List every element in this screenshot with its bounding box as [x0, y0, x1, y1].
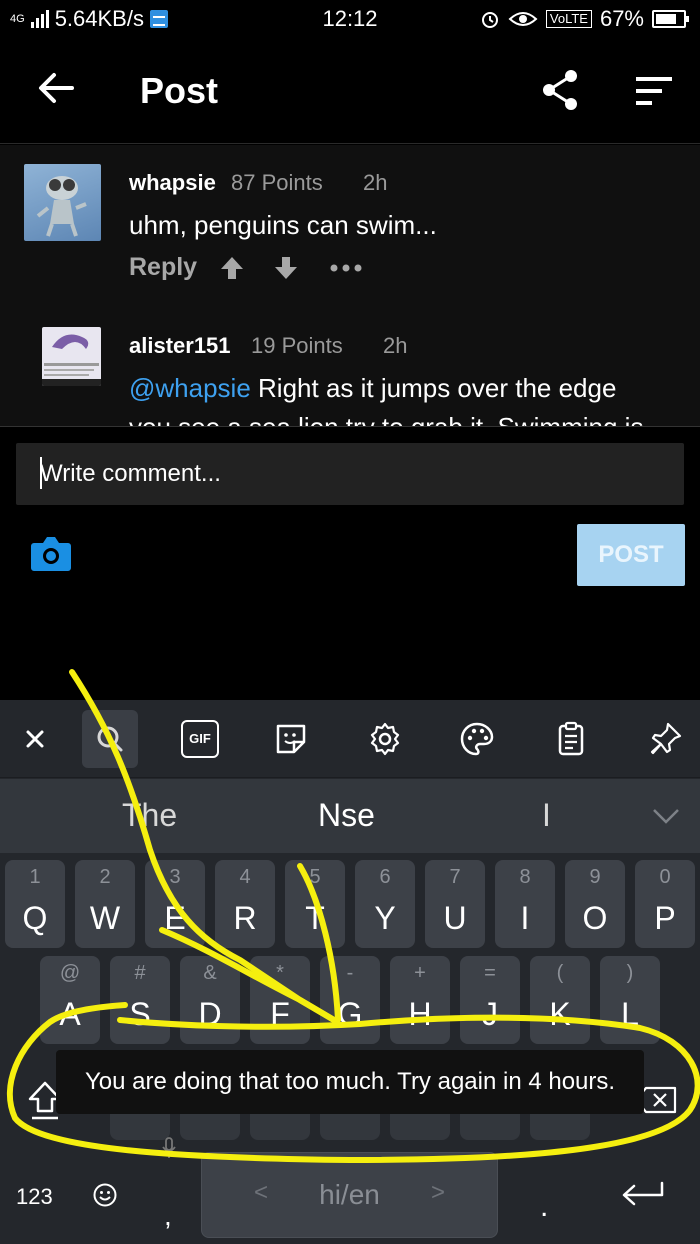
avatar[interactable] — [24, 164, 101, 241]
search-button[interactable] — [82, 710, 138, 768]
chevron-down-icon[interactable] — [652, 807, 680, 825]
key-p[interactable]: 0P — [635, 860, 695, 948]
downvote-arrow-icon[interactable] — [273, 255, 299, 281]
post-button[interactable]: POST — [577, 524, 685, 586]
text-cursor — [40, 457, 42, 489]
comment-composer: Write comment... POST — [0, 426, 700, 700]
comments-list[interactable]: whapsie 87 Points 2h uhm, penguins can s… — [0, 145, 700, 426]
key-l[interactable]: ) L — [600, 956, 660, 1044]
key-j[interactable]: = J — [460, 956, 520, 1044]
spacebar[interactable]: < hi/en > — [201, 1152, 498, 1238]
page-title: Post — [140, 70, 219, 111]
user-mention-link[interactable]: @whapsie — [129, 373, 251, 403]
sticker-icon[interactable] — [272, 720, 310, 758]
close-icon[interactable] — [16, 720, 54, 758]
comment-input[interactable]: Write comment... — [16, 443, 684, 505]
numbers-key[interactable]: 123 — [16, 1184, 53, 1210]
reply-button[interactable]: Reply — [129, 253, 197, 282]
upvote-arrow-icon[interactable] — [219, 255, 245, 281]
key-g[interactable]: -G — [320, 956, 380, 1044]
period-key[interactable]: . — [540, 1190, 548, 1224]
comment-item: whapsie 87 Points 2h uhm, penguins can s… — [0, 145, 700, 295]
back-arrow-icon[interactable] — [36, 68, 76, 108]
key-w[interactable]: 2W — [75, 860, 135, 948]
language-label: hi/en — [319, 1179, 380, 1210]
app-bar: Post — [0, 38, 700, 144]
comment-body: uhm, penguins can swim... — [129, 210, 437, 240]
chevron-right-icon: > — [430, 1179, 445, 1206]
theme-palette-icon[interactable] — [458, 720, 496, 758]
soft-keyboard: GIF The Nse I 1Q 2W 3E 4R 5T 6Y 7U 8I 9O… — [0, 700, 700, 1244]
comment-points: 19 Points — [251, 333, 343, 358]
avatar[interactable] — [42, 327, 101, 386]
clipboard-icon[interactable] — [552, 720, 590, 758]
gif-button[interactable]: GIF — [181, 720, 219, 758]
suggestion-bar: The Nse I — [0, 779, 700, 853]
key-i[interactable]: 8I — [495, 860, 555, 948]
suggestion-item[interactable]: I — [542, 797, 551, 834]
comment-username[interactable]: whapsie — [129, 170, 216, 196]
key-r[interactable]: 4R — [215, 860, 275, 948]
comment-points: 87 Points — [231, 170, 323, 195]
comment-actions: Reply — [129, 253, 363, 282]
enter-arrow-icon[interactable] — [620, 1180, 666, 1210]
frog-avatar-image — [36, 176, 87, 237]
comment-time: 2h — [383, 333, 408, 358]
key-u[interactable]: 7U — [425, 860, 485, 948]
camera-icon[interactable] — [30, 535, 72, 573]
comment-item: alister151 19 Points 2h @whapsie Right a… — [0, 305, 700, 426]
share-icon[interactable] — [540, 68, 580, 112]
pin-icon[interactable] — [646, 720, 684, 758]
keyboard-toolbar: GIF — [0, 700, 700, 778]
key-h[interactable]: + H — [390, 956, 450, 1044]
search-icon — [97, 726, 123, 752]
microphone-icon — [162, 1137, 176, 1158]
key-q[interactable]: 1Q — [5, 860, 65, 948]
key-d[interactable]: & D — [180, 956, 240, 1044]
battery-icon — [652, 10, 689, 28]
key-o[interactable]: 9O — [565, 860, 625, 948]
suggestion-item[interactable]: The — [122, 797, 177, 834]
status-bar: 4G 5.64KB/s 12:12 VoLTE 67% — [0, 0, 700, 38]
key-a[interactable]: @ A — [40, 956, 100, 1044]
rate-limit-toast: You are doing that too much. Try again i… — [56, 1050, 644, 1114]
comment-input-placeholder: Write comment... — [40, 460, 221, 487]
comment-body: @whapsie Right as it jumps over the edge — [129, 373, 617, 403]
key-y[interactable]: 6Y — [355, 860, 415, 948]
volte-badge: VoLTE — [545, 10, 592, 28]
comment-time: 2h — [363, 170, 388, 195]
key-t[interactable]: 5T — [285, 860, 345, 948]
key-s[interactable]: # S — [110, 956, 170, 1044]
key-e[interactable]: 3E — [145, 860, 205, 948]
suggestion-item[interactable]: Nse — [318, 797, 375, 834]
comment-username[interactable]: alister151 — [129, 333, 231, 359]
comma-key[interactable]: , — [164, 1200, 172, 1232]
emoji-icon[interactable] — [92, 1182, 118, 1208]
settings-gear-icon[interactable] — [366, 720, 404, 758]
more-options-icon[interactable] — [329, 263, 363, 273]
eye-icon — [508, 12, 538, 26]
screenshot-avatar-image — [42, 334, 101, 386]
alarm-icon — [481, 12, 498, 28]
key-k[interactable]: (K — [530, 956, 590, 1044]
battery-percent: 67% — [599, 6, 644, 31]
sort-icon[interactable] — [634, 74, 674, 108]
comment-body-continued: you see a sea lion try to grab it. Swimm… — [129, 412, 643, 426]
key-f[interactable]: * F — [250, 956, 310, 1044]
